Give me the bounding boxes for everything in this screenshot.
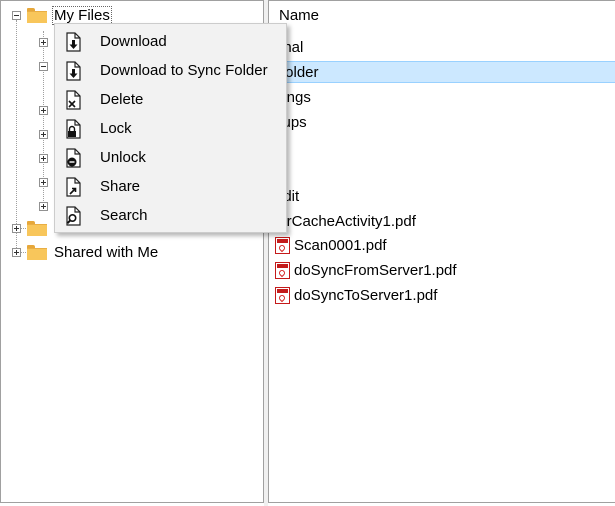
- collapse-icon[interactable]: [39, 61, 48, 71]
- menu-item-label: Download to Sync Folder: [100, 62, 268, 79]
- folder-icon: [27, 7, 47, 23]
- pdf-file-icon: [275, 286, 290, 304]
- menu-item-search[interactable]: Search: [55, 201, 286, 230]
- file-name: Scan0001.pdf: [294, 236, 387, 254]
- menu-item-delete[interactable]: Delete: [55, 85, 286, 114]
- download-icon: [66, 31, 81, 52]
- menu-item-share[interactable]: Share: [55, 172, 286, 201]
- menu-item-download[interactable]: Download: [55, 27, 286, 56]
- list-item-selected[interactable]: Folder: [271, 61, 615, 83]
- tree-node-child[interactable]: [39, 99, 54, 121]
- context-menu: Download Download to Sync Folder Delete …: [54, 23, 287, 233]
- expand-icon[interactable]: [39, 105, 48, 115]
- tree-node-child[interactable]: [39, 147, 54, 169]
- pdf-file-icon: [275, 236, 290, 254]
- list-item[interactable]: lerCacheActivity1.pdf: [275, 210, 416, 232]
- lock-icon: [66, 118, 81, 139]
- share-icon: [66, 176, 81, 197]
- unlock-icon: [66, 147, 81, 168]
- menu-item-unlock[interactable]: Unlock: [55, 143, 286, 172]
- menu-item-label: Search: [100, 207, 148, 224]
- file-name: doSyncFromServer1.pdf: [294, 261, 457, 279]
- expand-icon[interactable]: [39, 201, 48, 211]
- expand-icon[interactable]: [39, 153, 48, 163]
- tree-node-label: My Files: [52, 5, 112, 25]
- download-sync-icon: [66, 60, 81, 81]
- file-name: doSyncToServer1.pdf: [294, 286, 438, 304]
- tree-node-child[interactable]: [39, 171, 54, 193]
- menu-item-label: Share: [100, 178, 141, 195]
- expand-icon[interactable]: [39, 37, 48, 47]
- menu-item-download-to-sync-folder[interactable]: Download to Sync Folder: [55, 56, 286, 85]
- expand-icon[interactable]: [39, 129, 48, 139]
- list-item[interactable]: doSyncFromServer1.pdf: [275, 259, 457, 281]
- column-header-name[interactable]: Name: [279, 7, 319, 24]
- tree-node-child[interactable]: [39, 31, 54, 53]
- collapse-icon[interactable]: [12, 10, 21, 20]
- menu-item-label: Delete: [100, 91, 144, 108]
- file-list-pane[interactable]: Name onal Folder hings kups p edit lerCa…: [268, 0, 615, 503]
- menu-item-label: Download: [100, 33, 167, 50]
- list-item[interactable]: doSyncToServer1.pdf: [275, 284, 437, 306]
- pdf-file-icon: [275, 261, 290, 279]
- expand-icon[interactable]: [12, 247, 21, 257]
- tree-node-label: Shared with Me: [54, 243, 159, 261]
- folder-icon: [27, 244, 47, 260]
- tree-node-child[interactable]: [39, 55, 54, 77]
- tree-node-hidden-folder[interactable]: [12, 217, 52, 239]
- expand-icon[interactable]: [12, 223, 21, 233]
- search-icon: [66, 205, 81, 226]
- menu-item-label: Unlock: [100, 149, 146, 166]
- delete-icon: [66, 89, 81, 110]
- list-item[interactable]: Scan0001.pdf: [275, 234, 387, 256]
- folder-icon: [27, 220, 47, 236]
- tree-node-child[interactable]: [39, 195, 54, 217]
- menu-item-lock[interactable]: Lock: [55, 114, 286, 143]
- tree-node-child[interactable]: [39, 123, 54, 145]
- file-name: lerCacheActivity1.pdf: [275, 212, 416, 230]
- expand-icon[interactable]: [39, 177, 48, 187]
- tree-node-shared-with-me[interactable]: Shared with Me: [12, 241, 160, 263]
- menu-item-label: Lock: [100, 120, 132, 137]
